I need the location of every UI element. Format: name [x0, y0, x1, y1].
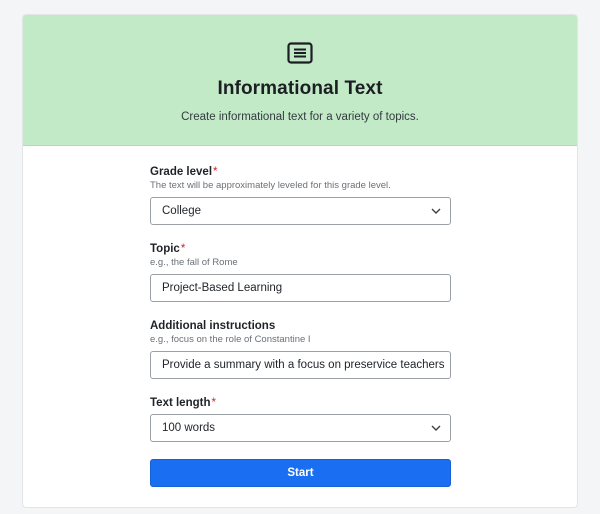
grade-level-hint: The text will be approximately leveled f…	[150, 180, 391, 191]
grade-level-field: Grade level* The text will be approximat…	[150, 165, 451, 225]
form-card: Informational Text Create informational …	[22, 14, 578, 508]
required-mark: *	[211, 397, 216, 409]
required-mark: *	[180, 243, 186, 255]
page-title: Informational Text	[217, 78, 383, 99]
text-length-field: Text length* 100 words	[150, 396, 451, 442]
start-button[interactable]: Start	[150, 459, 451, 487]
page-subtitle: Create informational text for a variety …	[181, 111, 419, 123]
text-length-select[interactable]: 100 words	[150, 414, 451, 442]
topic-field: Topic* e.g., the fall of Rome Project-Ba…	[150, 242, 451, 302]
grade-level-value: College	[162, 205, 201, 217]
text-document-icon	[287, 42, 313, 64]
text-length-label: Text length*	[150, 397, 216, 409]
chevron-down-icon	[431, 208, 441, 214]
tool-header: Informational Text Create informational …	[23, 15, 577, 146]
additional-instructions-hint: e.g., focus on the role of Constantine I	[150, 334, 311, 345]
additional-instructions-label: Additional instructions	[150, 320, 276, 332]
required-mark: *	[213, 166, 218, 178]
additional-instructions-field: Additional instructions e.g., focus on t…	[150, 319, 451, 379]
chevron-down-icon	[431, 425, 441, 431]
topic-value: Project-Based Learning	[162, 282, 283, 294]
grade-level-label: Grade level*	[150, 166, 218, 178]
topic-hint: e.g., the fall of Rome	[150, 257, 238, 268]
additional-instructions-value: Provide a summary with a focus on preser…	[162, 359, 445, 371]
additional-instructions-input[interactable]: Provide a summary with a focus on preser…	[150, 351, 451, 379]
grade-level-select[interactable]: College	[150, 197, 451, 225]
text-length-value: 100 words	[162, 422, 216, 434]
topic-label: Topic*	[150, 243, 186, 255]
topic-input[interactable]: Project-Based Learning	[150, 274, 451, 302]
